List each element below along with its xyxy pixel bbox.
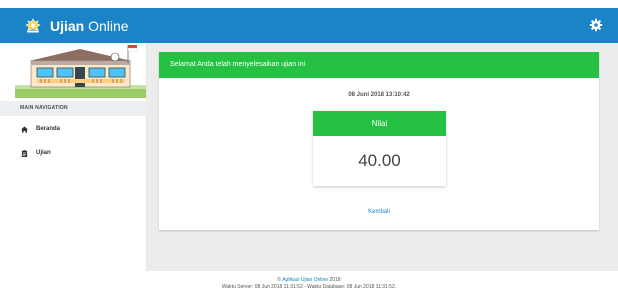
brand[interactable]: Ujian Online bbox=[24, 8, 129, 43]
footer-copyright: © Aplikasi Ujian Online 2018 bbox=[0, 277, 618, 284]
score-label: Nilai bbox=[313, 111, 446, 136]
top-navbar: Ujian Online bbox=[0, 8, 618, 43]
footer-year: 2018 bbox=[329, 277, 341, 283]
tut-wuri-handayani-logo-icon bbox=[25, 18, 41, 33]
back-link[interactable]: Kembali bbox=[159, 209, 599, 215]
brand-title: Ujian Online bbox=[50, 17, 129, 34]
sidebar-item-ujian[interactable]: Ujian bbox=[0, 144, 147, 162]
sidebar-item-label: Ujian bbox=[36, 150, 51, 156]
result-card: Selamat Anda telah menyelesaikan ujian i… bbox=[159, 52, 599, 230]
app-link[interactable]: Aplikasi Ujian Online bbox=[282, 277, 328, 283]
score-box: Nilai 40.00 bbox=[313, 111, 446, 186]
success-message: Selamat Anda telah menyelesaikan ujian i… bbox=[159, 52, 599, 78]
main-content: Selamat Anda telah menyelesaikan ujian i… bbox=[147, 43, 618, 271]
school-building-image bbox=[15, 45, 146, 98]
copyright-symbol: © bbox=[277, 277, 282, 283]
sidebar: MAIN NAVIGATION Beranda Ujian bbox=[0, 43, 147, 271]
exam-datetime: 08 Juni 2018 13:10:42 bbox=[348, 92, 410, 98]
clipboard-icon bbox=[21, 149, 28, 157]
score-value: 40.00 bbox=[358, 151, 401, 170]
gear-icon[interactable] bbox=[589, 18, 603, 32]
sidebar-item-beranda[interactable]: Beranda bbox=[0, 120, 147, 138]
footer: © Aplikasi Ujian Online 2018 Waktu Serve… bbox=[0, 271, 618, 294]
home-icon bbox=[21, 125, 28, 133]
sidebar-item-label: Beranda bbox=[36, 126, 61, 132]
nav-heading: MAIN NAVIGATION bbox=[0, 101, 147, 116]
server-time: Waktu Server: 08 Jun 2018 11:31:52 - Wak… bbox=[221, 284, 397, 290]
